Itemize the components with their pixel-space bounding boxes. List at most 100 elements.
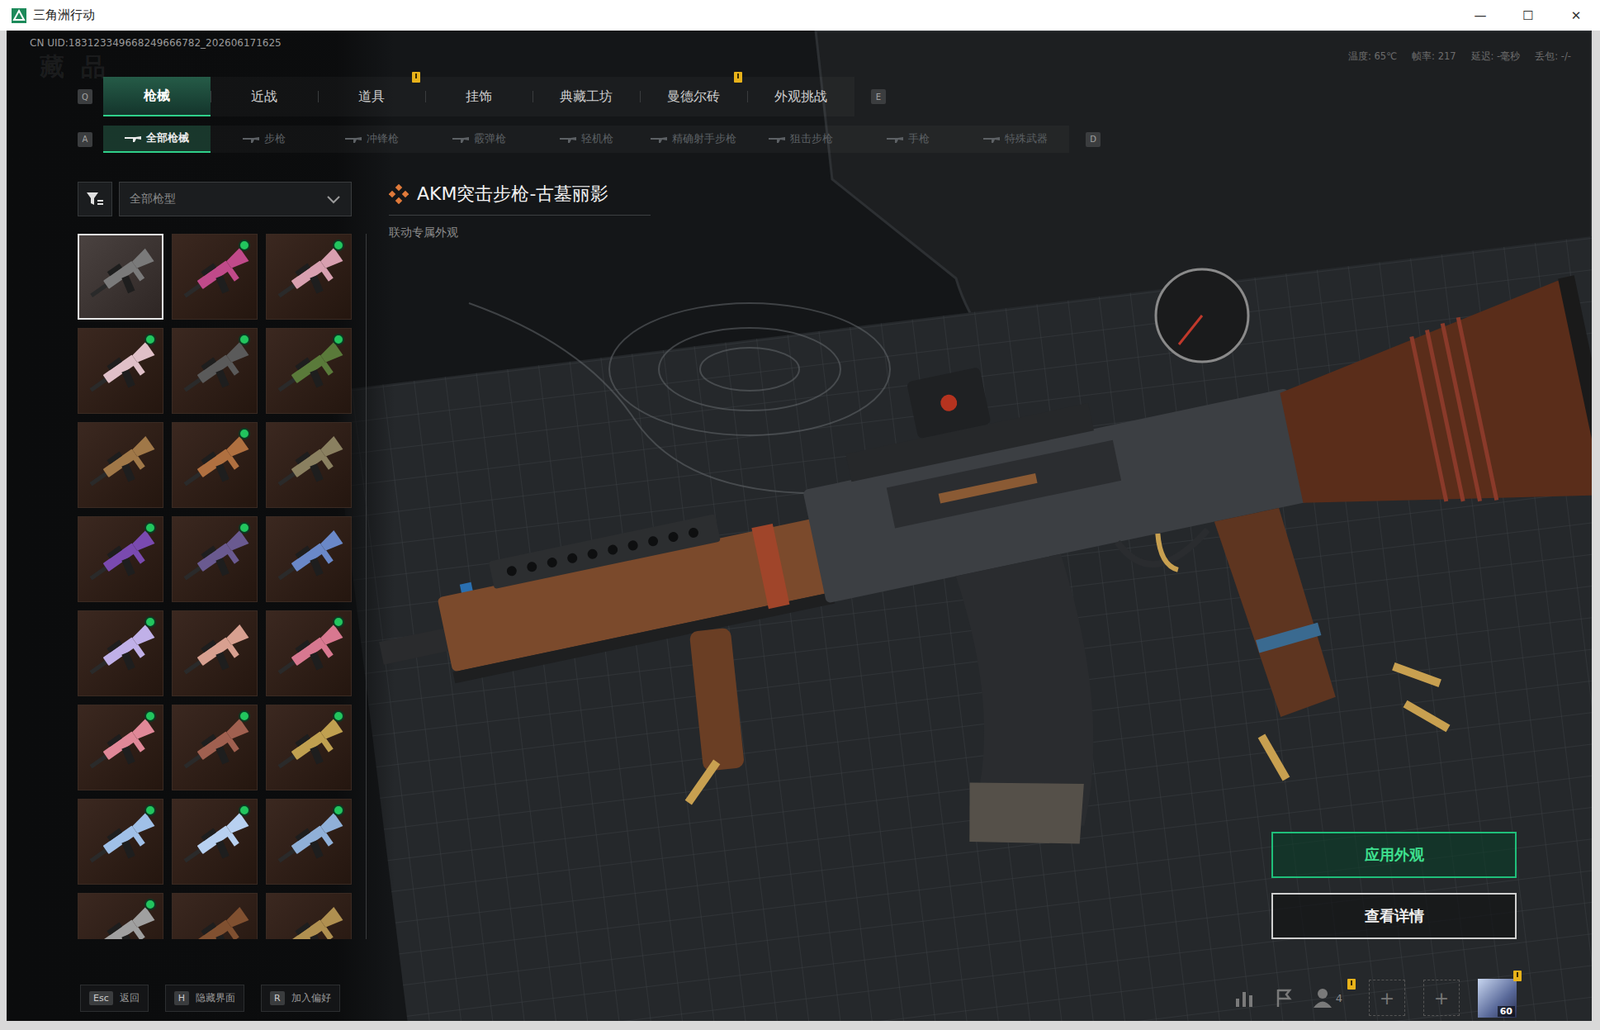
skin-title: AKM突击步枪-古墓丽影 [416, 181, 609, 207]
skin-card[interactable] [171, 515, 258, 602]
sub-tab[interactable]: 冲锋枪 [317, 125, 426, 153]
main-tab[interactable]: 挂饰 [425, 76, 533, 117]
main-tab-list: 枪械近战道具挂饰典藏工坊曼德尔砖外观挑战 [103, 76, 855, 117]
skin-card[interactable] [77, 421, 164, 508]
team-slot[interactable]: + [1368, 979, 1406, 1016]
skin-card[interactable] [77, 515, 164, 602]
gun-icon [559, 135, 577, 144]
flag-icon[interactable] [1273, 986, 1295, 1009]
next-subtab-key[interactable]: D [1085, 132, 1101, 147]
skin-card[interactable] [77, 327, 164, 414]
gun-skin-icon [266, 422, 351, 507]
skin-list-panel: 全部枪型 [77, 181, 352, 939]
bar-chart-icon[interactable] [1233, 986, 1255, 1009]
next-tab-key[interactable]: E [871, 89, 886, 105]
skin-card[interactable] [171, 892, 258, 939]
skin-card[interactable] [77, 610, 164, 696]
stat-item: 帧率: 217 [1411, 50, 1456, 63]
gun-type-dropdown[interactable]: 全部枪型 [118, 181, 352, 217]
title-bar: 三角洲行动 —☐✕ [0, 0, 1600, 31]
window-control-button[interactable]: ☐ [1504, 0, 1553, 31]
filter-button[interactable] [77, 181, 113, 217]
skin-card[interactable] [171, 798, 258, 885]
person-icon [1312, 986, 1333, 1009]
new-dot [144, 615, 157, 628]
window-controls: —☐✕ [1456, 0, 1600, 31]
skin-card[interactable] [265, 233, 352, 320]
main-tab[interactable]: 枪械 [103, 76, 211, 117]
team-slot[interactable]: + [1423, 979, 1460, 1016]
skin-card[interactable] [265, 421, 352, 508]
skin-card[interactable] [171, 704, 258, 791]
key-hint[interactable]: Esc返回 [80, 984, 149, 1012]
new-dot [332, 615, 345, 628]
new-dot [332, 804, 345, 816]
new-dot [238, 521, 251, 534]
skin-card[interactable] [77, 892, 164, 939]
new-dot [144, 804, 157, 816]
sub-tab[interactable]: 轻机枪 [532, 125, 640, 153]
skin-card[interactable] [171, 327, 258, 414]
gun-icon [886, 135, 904, 144]
main-tab[interactable]: 近战 [210, 76, 318, 117]
new-dot [238, 710, 251, 722]
new-dot [238, 804, 251, 816]
skin-card[interactable] [77, 233, 164, 320]
skin-card[interactable] [77, 798, 164, 885]
gun-icon [345, 135, 362, 144]
window-title: 三角洲行动 [33, 7, 95, 24]
notice-badge [1347, 978, 1356, 990]
content-area: 全部枪型AKM突击步枪-古墓丽影联动专属外观应用外观查看详情 [6, 152, 1592, 975]
sub-tab[interactable]: 特殊武器 [961, 125, 1070, 153]
app-window: 三角洲行动—☐✕藏品CN UID:183123349668249666782_2… [0, 0, 1600, 1030]
stat-item: 丢包: -/- [1534, 50, 1572, 63]
new-dot [332, 710, 345, 722]
prev-tab-key[interactable]: Q [77, 89, 93, 105]
new-dot [144, 898, 157, 910]
skin-card[interactable] [265, 892, 352, 939]
skin-card[interactable] [265, 610, 352, 696]
action-button[interactable]: 查看详情 [1271, 892, 1517, 939]
gun-skin-icon [266, 893, 351, 939]
main-tab[interactable]: 外观挑战 [747, 76, 855, 117]
key-hint[interactable]: R加入偏好 [260, 984, 341, 1012]
main-tab[interactable]: 典藏工坊 [532, 76, 640, 117]
skin-card[interactable] [171, 421, 258, 508]
chevron-down-icon [326, 194, 341, 204]
player-avatar[interactable]: 60 [1477, 978, 1517, 1018]
window-control-button[interactable]: — [1456, 0, 1505, 31]
sub-tab[interactable]: 狙击步枪 [747, 125, 855, 153]
skin-card[interactable] [171, 233, 258, 320]
main-tab[interactable]: 道具 [317, 76, 426, 117]
skin-card[interactable] [77, 704, 164, 791]
skin-card[interactable] [265, 327, 352, 414]
sub-tab[interactable]: 步枪 [210, 125, 318, 153]
skin-grid-scroll [77, 233, 352, 939]
social-toolbar: 4 + +60 [1233, 978, 1517, 1018]
action-button[interactable]: 应用外观 [1271, 831, 1517, 878]
new-dot [238, 239, 251, 251]
sub-tab[interactable]: 手枪 [854, 125, 962, 153]
gun-icon [242, 135, 260, 144]
skin-card[interactable] [265, 798, 352, 885]
key-hints: Esc返回 H隐藏界面 R加入偏好 [80, 984, 341, 1012]
sub-tab[interactable]: 霰弹枪 [425, 125, 533, 153]
key-hint[interactable]: H隐藏界面 [165, 984, 245, 1012]
gun-icon [650, 135, 668, 144]
gun-skin-icon [266, 516, 351, 602]
main-tab[interactable]: 曼德尔砖 [639, 76, 748, 117]
sub-tab[interactable]: 精确射手步枪 [639, 125, 748, 153]
player-uid: CN UID:183123349668249666782_20260617162… [29, 37, 282, 49]
friends-button[interactable]: 4 [1312, 986, 1351, 1009]
sub-tab[interactable]: 全部枪械 [103, 125, 211, 153]
prev-subtab-key[interactable]: A [77, 132, 93, 147]
skin-card[interactable] [265, 515, 352, 602]
new-dot [238, 427, 251, 440]
scroll-divider [365, 233, 367, 939]
sub-tab-bar: A 全部枪械步枪冲锋枪霰弹枪轻机枪精确射手步枪狙击步枪手枪特殊武器 D [6, 125, 1592, 153]
skin-card[interactable] [265, 704, 352, 791]
window-control-button[interactable]: ✕ [1552, 0, 1600, 31]
gun-icon [983, 135, 1000, 144]
skin-card[interactable] [171, 610, 258, 696]
filter-icon [85, 189, 105, 209]
